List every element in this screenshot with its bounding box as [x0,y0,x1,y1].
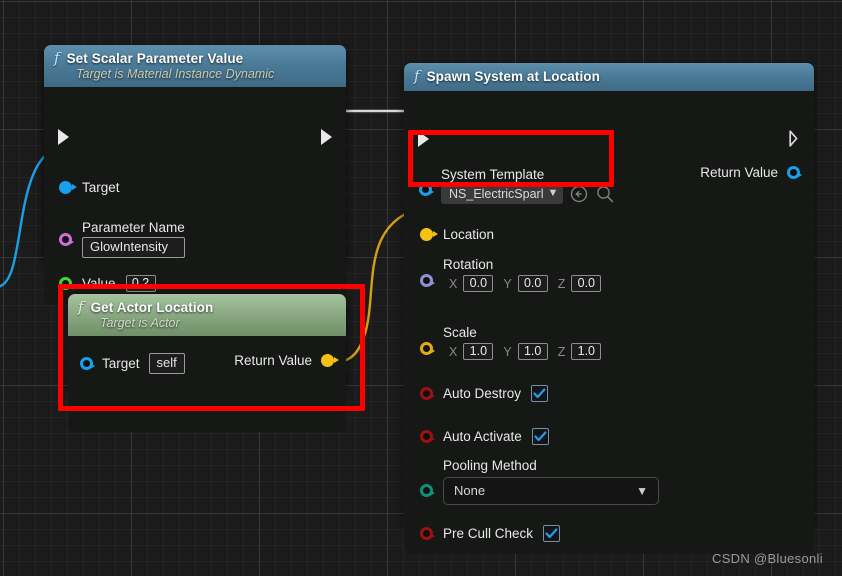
blueprint-graph-canvas[interactable]: f Set Scalar Parameter Value Target is M… [0,0,842,576]
pin-label-value: Value [82,276,116,291]
pre-cull-check-checkbox[interactable] [543,525,561,542]
node-get-actor-location[interactable]: f Get Actor Location Target is Actor Tar… [68,294,346,432]
exec-output-pin-spawn-system[interactable] [789,130,800,147]
check-icon [534,431,547,442]
check-icon [533,388,546,399]
node-title: Spawn System at Location [426,69,600,84]
node-body-get-actor-location: Target self Return Value [68,336,346,432]
exec-output-pin-set-scalar[interactable] [321,129,332,145]
object-pin-icon [59,181,77,194]
function-icon: f [78,298,84,316]
pin-target[interactable]: Target self [80,353,185,375]
auto-activate-checkbox[interactable] [531,428,549,445]
vector-pin-icon [420,342,435,355]
exec-input-pin-set-scalar[interactable] [58,129,69,145]
pooling-method-value: None [454,483,486,498]
target-self-input[interactable]: self [148,353,185,375]
check-icon [545,528,558,539]
chevron-down-icon: ▼ [547,187,559,199]
object-pin-icon [787,166,802,179]
exec-input-pin-spawn-system[interactable] [418,131,429,147]
pin-label-auto-activate: Auto Activate [443,429,522,444]
pin-location[interactable]: Location [420,227,494,242]
browse-back-icon[interactable] [569,184,589,204]
pin-parameter-name[interactable]: Parameter Name GlowIntensity [59,220,185,259]
boolean-pin-icon [420,387,435,400]
axis-label-z: Z [557,276,566,291]
parameter-name-input[interactable]: GlowIntensity [82,237,185,259]
pin-rotation[interactable]: Rotation X 0.0 Y 0.0 Z 0.0 [420,257,602,292]
function-icon: f [54,49,60,67]
pin-system-template[interactable]: System Template NS_ElectricSparl ▼ [419,167,615,204]
exec-out-icon [321,129,332,145]
pooling-method-dropdown[interactable]: None ▼ [443,477,659,505]
node-body-set-scalar: Target Parameter Name GlowIntensity Valu… [44,87,346,305]
pin-label-target: Target [102,356,140,372]
axis-label-y: Y [503,276,512,291]
chevron-down-icon: ▼ [636,483,648,498]
axis-label-x: X [449,344,458,359]
pin-label-parameter-name: Parameter Name [82,220,185,235]
pin-label-scale: Scale [443,325,477,340]
node-spawn-system-at-location[interactable]: f Spawn System at Location System Templa… [404,63,814,554]
pin-pooling-method[interactable]: Pooling Method None ▼ [420,458,659,505]
scale-z-input[interactable]: 1.0 [571,343,602,360]
object-pin-icon [419,183,434,196]
rotation-y-input[interactable]: 0.0 [517,275,548,292]
rotator-pin-icon [420,274,435,287]
pin-value[interactable]: Value 0.2 [59,275,156,292]
pin-label-location: Location [443,227,495,242]
pin-return-value[interactable]: Return Value [234,353,339,368]
node-header-spawn-system: f Spawn System at Location [404,63,814,91]
axis-label-x: X [449,276,458,291]
pin-target[interactable]: Target [59,180,120,195]
pin-label-target: Target [82,180,120,195]
pin-return-value[interactable]: Return Value [700,165,802,180]
boolean-pin-icon [420,430,435,443]
name-pin-icon [59,233,74,246]
vector-pin-icon [420,228,438,241]
object-pin-icon [80,357,95,371]
pin-label-return-value: Return Value [234,353,312,368]
pin-scale[interactable]: Scale X 1.0 Y 1.0 Z 1.0 [420,325,602,360]
pin-label-rotation: Rotation [443,257,494,272]
auto-destroy-checkbox[interactable] [531,385,549,402]
search-icon[interactable] [595,184,615,204]
pin-label-return-value: Return Value [700,165,778,180]
pin-auto-activate[interactable]: Auto Activate [420,428,549,445]
boolean-pin-icon [420,527,435,540]
pin-label-auto-destroy: Auto Destroy [443,386,522,401]
pin-label-pre-cull-check: Pre Cull Check [443,526,534,541]
pin-pre-cull-check[interactable]: Pre Cull Check [420,525,561,542]
exec-out-icon [789,130,800,147]
pin-label-pooling-method: Pooling Method [443,458,537,473]
axis-label-z: Z [557,344,566,359]
exec-in-icon [58,129,69,145]
pin-auto-destroy[interactable]: Auto Destroy [420,385,549,402]
scale-x-input[interactable]: 1.0 [463,343,494,360]
rotation-z-input[interactable]: 0.0 [571,275,602,292]
node-body-spawn-system: System Template NS_ElectricSparl ▼ Retur… [404,91,814,554]
value-input[interactable]: 0.2 [125,275,156,292]
node-subtitle: Target is Material Instance Dynamic [76,67,275,81]
exec-in-icon [418,131,429,147]
system-template-value: NS_ElectricSparl [449,186,544,201]
scale-y-input[interactable]: 1.0 [517,343,548,360]
node-header-set-scalar: f Set Scalar Parameter Value Target is M… [44,45,346,87]
vector-pin-icon [321,354,339,367]
axis-label-y: Y [503,344,512,359]
function-icon: f [414,67,420,85]
system-template-dropdown[interactable]: NS_ElectricSparl ▼ [441,184,564,204]
enum-pin-icon [420,484,435,497]
rotation-x-input[interactable]: 0.0 [463,275,494,292]
pin-label-system-template: System Template [441,167,545,182]
watermark-text: CSDN @Bluesonli [712,551,823,566]
node-title: Set Scalar Parameter Value [66,51,244,66]
float-pin-icon [59,277,74,290]
node-header-get-actor-location: f Get Actor Location Target is Actor [68,294,346,336]
node-set-scalar-parameter-value[interactable]: f Set Scalar Parameter Value Target is M… [44,45,346,305]
node-subtitle: Target is Actor [100,316,180,330]
node-title: Get Actor Location [90,300,214,315]
